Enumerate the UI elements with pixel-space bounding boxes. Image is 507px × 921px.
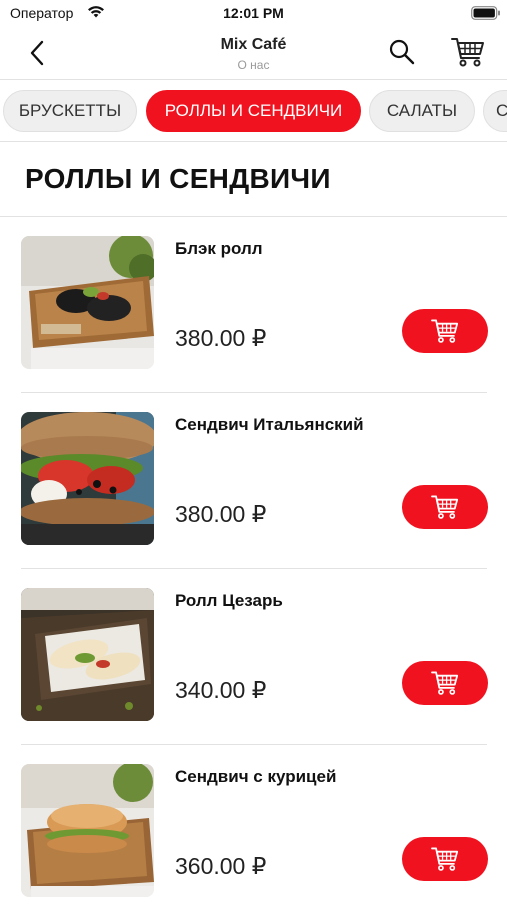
item-photo[interactable]	[21, 588, 154, 721]
section-title: РОЛЛЫ И СЕНДВИЧИ	[25, 163, 331, 194]
shopping-cart-icon	[431, 671, 459, 695]
search-icon	[389, 39, 415, 65]
add-to-cart-button[interactable]	[402, 837, 488, 881]
search-button[interactable]	[388, 38, 416, 66]
menu-item[interactable]: Сендвич с курицей 360.00 ₽	[0, 745, 507, 921]
item-name: Сендвич с курицей	[175, 767, 337, 786]
item-name: Блэк ролл	[175, 239, 263, 258]
item-name: Сендвич Итальянский	[175, 415, 364, 434]
item-price: 380.00 ₽	[175, 501, 267, 527]
menu-item[interactable]: Ролл Цезарь 340.00 ₽	[0, 569, 507, 745]
status-bar: Оператор 12:01 PM	[0, 0, 507, 28]
shopping-cart-icon	[451, 38, 484, 67]
item-price: 360.00 ₽	[175, 853, 267, 879]
item-photo[interactable]	[21, 412, 154, 545]
tab-salads[interactable]: САЛАТЫ	[369, 90, 475, 132]
add-to-cart-button[interactable]	[402, 661, 488, 705]
cart-button[interactable]	[451, 36, 485, 68]
item-name: Ролл Цезарь	[175, 591, 283, 610]
tab-next-category[interactable]: С	[483, 90, 507, 132]
menu-item[interactable]: Блэк ролл 380.00 ₽	[0, 217, 507, 393]
item-photo[interactable]	[21, 764, 154, 897]
tab-rolls-sandwiches[interactable]: РОЛЛЫ И СЕНДВИЧИ	[146, 90, 361, 132]
about-link[interactable]: О нас	[0, 58, 507, 72]
shopping-cart-icon	[431, 319, 459, 343]
navigation-bar: Mix Café О нас	[0, 28, 507, 80]
category-tabs: БРУСКЕТТЫ РОЛЛЫ И СЕНДВИЧИ САЛАТЫ С	[0, 80, 507, 142]
page-title: Mix Café	[220, 36, 287, 53]
battery-icon	[471, 6, 501, 25]
shopping-cart-icon	[431, 847, 459, 871]
menu-item[interactable]: Сендвич Итальянский 380.00 ₽	[0, 393, 507, 569]
add-to-cart-button[interactable]	[402, 485, 488, 529]
shopping-cart-icon	[431, 495, 459, 519]
item-price: 340.00 ₽	[175, 677, 267, 703]
add-to-cart-button[interactable]	[402, 309, 488, 353]
item-photo[interactable]	[21, 236, 154, 369]
item-price: 380.00 ₽	[175, 325, 267, 351]
status-time: 12:01 PM	[223, 5, 284, 21]
tab-bruschetta[interactable]: БРУСКЕТТЫ	[3, 90, 137, 132]
